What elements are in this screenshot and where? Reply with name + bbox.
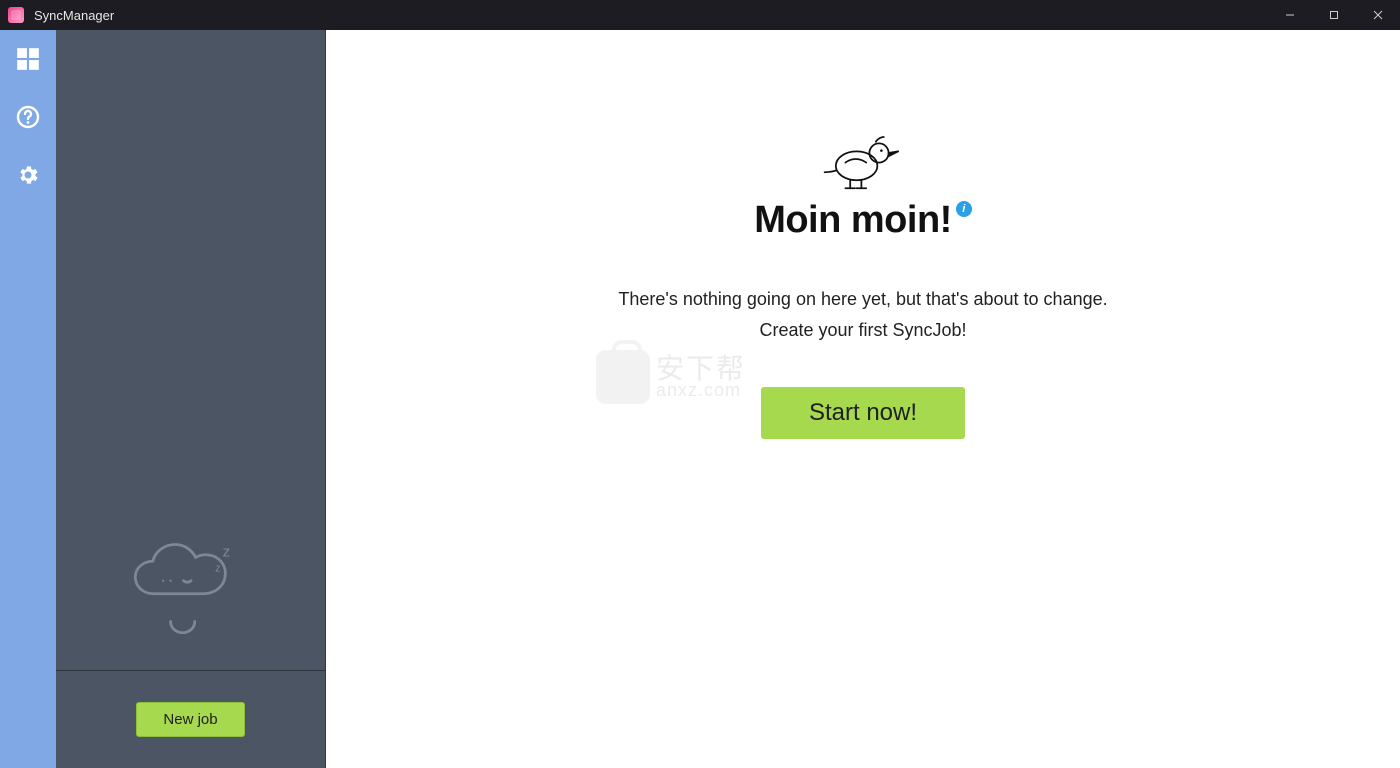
jobs-empty-area: z z <box>56 30 325 670</box>
watermark: 安下帮 anxz.com <box>596 350 746 404</box>
maximize-button[interactable] <box>1312 0 1356 30</box>
app-icon <box>8 7 24 23</box>
titlebar: SyncManager <box>0 0 1400 30</box>
workspace: z z New job 安下帮 anxz.com <box>0 30 1400 768</box>
svg-text:z: z <box>222 544 229 560</box>
svg-text:z: z <box>215 562 221 574</box>
sidebar: z z New job <box>56 30 326 768</box>
empty-state-text: There's nothing going on here yet, but t… <box>618 284 1107 345</box>
minimize-button[interactable] <box>1268 0 1312 30</box>
dashboard-icon[interactable] <box>13 44 43 74</box>
new-job-button[interactable]: New job <box>136 702 244 737</box>
settings-icon[interactable] <box>13 160 43 190</box>
greeting-title: Moin moin! <box>754 199 952 242</box>
start-now-button[interactable]: Start now! <box>761 387 965 439</box>
window-controls <box>1268 0 1400 30</box>
close-button[interactable] <box>1356 0 1400 30</box>
help-icon[interactable] <box>13 102 43 132</box>
main-content: 安下帮 anxz.com Moin moin! i There's nothi <box>326 30 1400 768</box>
window-title: SyncManager <box>34 8 114 23</box>
sidebar-footer: New job <box>56 670 325 768</box>
nav-rail <box>0 30 56 768</box>
empty-line-2: Create your first SyncJob! <box>618 315 1107 346</box>
bird-icon <box>823 130 903 192</box>
bird-illustration <box>823 130 903 197</box>
sleeping-cloud-icon: z z <box>126 538 256 640</box>
info-icon[interactable]: i <box>956 201 972 217</box>
empty-line-1: There's nothing going on here yet, but t… <box>618 284 1107 315</box>
